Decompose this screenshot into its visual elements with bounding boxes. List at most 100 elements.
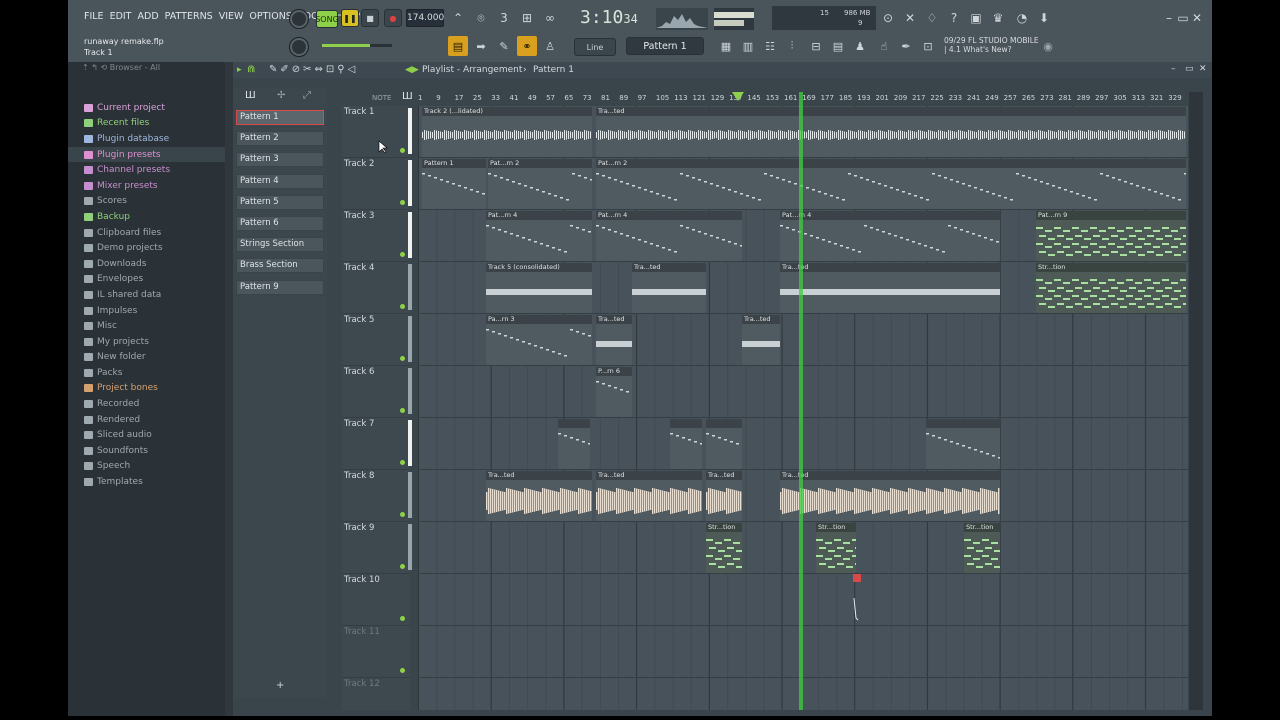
record-button[interactable]: ● xyxy=(384,9,402,27)
menu-patterns[interactable]: PATTERNS xyxy=(165,11,213,22)
menu-add[interactable]: ADD xyxy=(138,11,159,22)
browser-item-3[interactable]: Plugin presets xyxy=(68,146,225,163)
playlist-clip[interactable]: Tra...ted xyxy=(596,315,632,365)
pattern-mode-icon[interactable]: ▤ xyxy=(448,36,468,56)
piano-icon[interactable]: Ш xyxy=(402,91,413,102)
browser-item-2[interactable]: Plugin database xyxy=(68,131,225,147)
pattern-item-1[interactable]: Pattern 1 xyxy=(236,110,324,125)
track-header-6[interactable]: Track 6 xyxy=(342,366,412,418)
menu-options[interactable]: OPTIONS xyxy=(249,11,291,22)
tempo-display[interactable]: 174.000 xyxy=(406,9,444,27)
browser-item-4[interactable]: Channel presets xyxy=(68,162,225,178)
browser-item-8[interactable]: Clipboard files xyxy=(68,225,225,241)
browser-item-24[interactable]: Templates xyxy=(68,474,225,490)
track-header-4[interactable]: Track 4 xyxy=(342,262,412,314)
playhead-marker-icon[interactable] xyxy=(732,92,744,102)
wait-record-icon[interactable]: ⌾ xyxy=(471,8,491,28)
picker-add-pattern-icon[interactable]: + xyxy=(276,680,284,691)
metronome-icon[interactable]: ⌃ xyxy=(448,8,468,28)
plugin-icon[interactable]: ♛ xyxy=(988,8,1008,28)
browser-item-13[interactable]: Impulses xyxy=(68,303,225,319)
pause-button[interactable]: ❚❚ xyxy=(341,9,359,27)
track-header-12[interactable]: Track 12 xyxy=(342,678,410,716)
track-header-11[interactable]: Track 11 xyxy=(342,626,410,678)
browser-splitter[interactable] xyxy=(225,62,233,716)
playlist-grid[interactable]: Track 2 (...lidated) Tra...ted Pattern 1 Pa… xyxy=(418,106,1188,710)
pattern-item-5[interactable]: Pattern 5 xyxy=(236,194,324,210)
track-mute-led[interactable] xyxy=(400,668,405,673)
pattern-item-8[interactable]: Brass Section xyxy=(236,258,324,274)
browser-item-14[interactable]: Misc xyxy=(68,318,225,334)
browser-item-16[interactable]: New folder xyxy=(68,350,225,366)
playlist-minimize-icon[interactable]: – xyxy=(1171,64,1176,74)
mixer-icon[interactable]: ⫶ xyxy=(782,36,802,56)
stop-button[interactable]: ■ xyxy=(361,9,379,27)
playlist-icon[interactable]: ▦ xyxy=(716,36,736,56)
playhead[interactable] xyxy=(799,92,803,710)
playlist-clip[interactable]: Tra...ted xyxy=(596,107,1186,157)
track-lane-11[interactable] xyxy=(418,626,1188,678)
track-mute-led[interactable] xyxy=(400,460,405,465)
playlist-clip[interactable]: Tra...ted xyxy=(632,263,706,313)
browser-header[interactable]: ⇡ ↰ ⟲ Browser - All xyxy=(68,62,225,76)
playlist-play-icon[interactable]: ◀▶ xyxy=(405,65,419,75)
track-mute-led[interactable] xyxy=(400,148,405,153)
playlist-clip[interactable]: Pat...rn 4 xyxy=(596,211,742,261)
picker-add-icon[interactable]: ✢ xyxy=(277,90,285,101)
browser-item-0[interactable]: Current project xyxy=(68,100,225,116)
track-mute-led[interactable] xyxy=(400,252,405,257)
pattern-item-3[interactable]: Pattern 3 xyxy=(236,152,324,168)
browser-item-18[interactable]: Project bones xyxy=(68,381,225,397)
browser-item-10[interactable]: Downloads xyxy=(68,256,225,272)
globe-icon[interactable]: ◉ xyxy=(1038,36,1058,56)
track-lane-10[interactable] xyxy=(418,574,1188,626)
playlist-clip[interactable]: Str...tion xyxy=(816,523,856,573)
browser-item-19[interactable]: Recorded xyxy=(68,396,225,412)
track-mute-led[interactable] xyxy=(400,616,405,621)
playlist-maximize-icon[interactable]: ▭ xyxy=(1185,64,1194,74)
browser-item-5[interactable]: Mixer presets xyxy=(68,178,225,194)
playlist-clip[interactable]: Str...tion xyxy=(706,523,742,573)
magnet-icon[interactable]: ⋒ xyxy=(247,64,255,75)
step-edit-icon[interactable]: ⊞ xyxy=(517,8,537,28)
touch-icon[interactable]: ☝ xyxy=(874,36,894,56)
playlist-close-icon[interactable]: ✕ xyxy=(1199,64,1207,74)
channel-rack-icon[interactable]: ☷ xyxy=(760,36,780,56)
browser-icon[interactable]: ⊟ xyxy=(806,36,826,56)
track-header-9[interactable]: Track 9 xyxy=(342,522,412,574)
menu-edit[interactable]: EDIT xyxy=(110,11,132,22)
browser-item-21[interactable]: Sliced audio xyxy=(68,427,225,443)
track-header-8[interactable]: Track 8 xyxy=(342,470,412,522)
playlist-clip[interactable]: Pat...rn 2 xyxy=(596,159,1186,209)
menu-file[interactable]: FILE xyxy=(84,11,104,22)
playlist-clip[interactable] xyxy=(706,419,742,469)
track-header-5[interactable]: Track 5 xyxy=(342,314,412,366)
news-panel[interactable]: 09/29 FL STUDIO MOBILE | 4.1 What's New? xyxy=(944,36,1039,54)
track-mute-led[interactable] xyxy=(400,304,405,309)
playlist-clip[interactable]: Pattern 1 xyxy=(422,159,486,209)
playlist-clip[interactable]: Track 2 (...lidated) xyxy=(422,107,592,157)
track-header-2[interactable]: Track 2 xyxy=(342,158,412,210)
playlist-clip[interactable]: Pat...rn 2 xyxy=(488,159,592,209)
browser-item-9[interactable]: Demo projects xyxy=(68,240,225,256)
help-icon[interactable]: ? xyxy=(944,8,964,28)
snap-selector[interactable]: Line xyxy=(574,38,616,56)
playlist-clip[interactable]: Pa...rn 3 xyxy=(486,315,592,365)
link-icon[interactable]: ⚭ xyxy=(517,36,537,56)
playlist-clip[interactable]: Pat...rn 4 xyxy=(486,211,592,261)
playlist-clip[interactable]: Track 5 (consolidated) xyxy=(486,263,592,313)
playlist-arrow-icon[interactable]: ▸ xyxy=(237,65,242,75)
browser-item-15[interactable]: My projects xyxy=(68,334,225,350)
playlist-clip[interactable] xyxy=(558,419,590,469)
tools-icon[interactable]: ✕ xyxy=(900,8,920,28)
track-lane-6[interactable] xyxy=(418,366,1188,418)
piano-roll-icon[interactable]: ▥ xyxy=(738,36,758,56)
automation-clip[interactable] xyxy=(850,574,864,624)
browser-item-12[interactable]: IL shared data xyxy=(68,287,225,303)
browser-item-6[interactable]: Scores xyxy=(68,194,225,210)
pattern-item-4[interactable]: Pattern 4 xyxy=(236,173,324,189)
track-header-10[interactable]: Track 10 xyxy=(342,574,410,626)
song-mode-button[interactable]: SONG xyxy=(315,10,339,28)
brush-icon[interactable]: ✎ xyxy=(494,36,514,56)
browser-item-23[interactable]: Speech xyxy=(68,459,225,475)
